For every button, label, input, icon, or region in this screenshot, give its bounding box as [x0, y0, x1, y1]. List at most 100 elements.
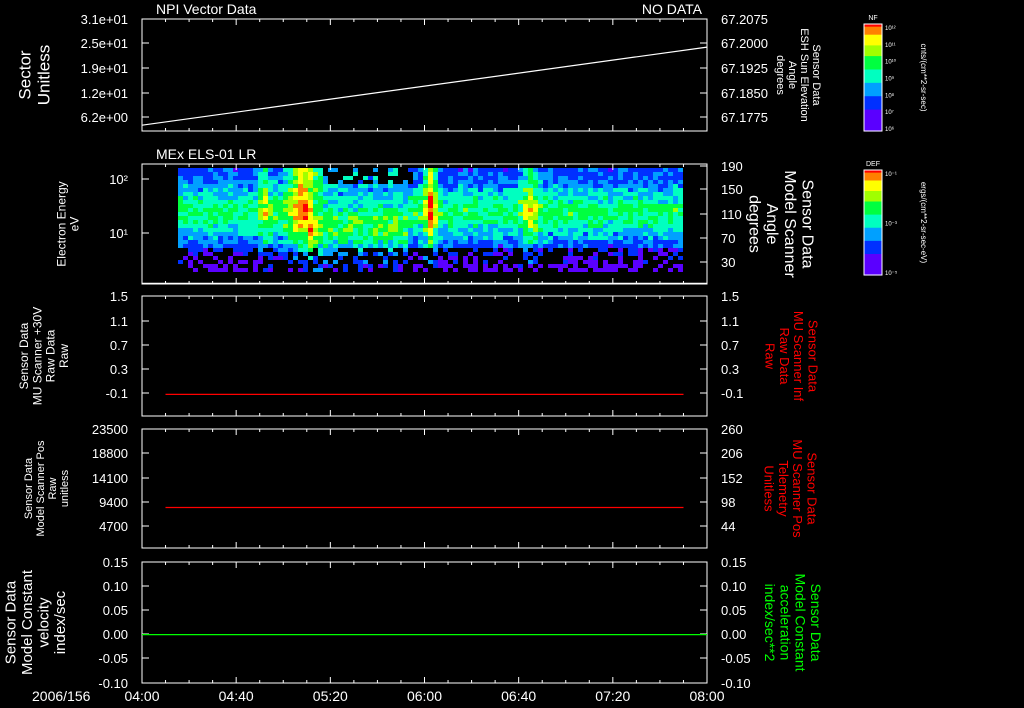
spectrogram-cell: [303, 264, 308, 268]
spectrogram-cell: [618, 212, 623, 216]
spectrogram-cell: [603, 184, 608, 188]
spectrogram-cell: [573, 188, 578, 192]
spectrogram-cell: [583, 228, 588, 232]
spectrogram-cell: [568, 184, 573, 188]
spectrogram-cell: [623, 184, 628, 188]
spectrogram-cell: [338, 216, 343, 220]
right-axis-label-line: index/sec**2: [762, 584, 778, 662]
spectrogram-cell: [678, 204, 683, 208]
spectrogram-cell: [178, 216, 183, 220]
spectrogram-cell: [498, 232, 503, 236]
spectrogram-cell: [523, 248, 528, 252]
spectrogram-cell: [648, 216, 653, 220]
spectrogram-cell: [598, 228, 603, 232]
spectrogram-cell: [293, 256, 298, 260]
spectrogram-cell: [653, 212, 658, 216]
spectrogram-cell: [188, 196, 193, 200]
spectrogram-cell: [438, 172, 443, 176]
spectrogram-cell: [463, 204, 468, 208]
spectrogram-cell: [608, 204, 613, 208]
spectrogram-cell: [258, 252, 263, 256]
left-tick-label: 10¹: [109, 226, 128, 241]
spectrogram-cell: [398, 268, 403, 272]
spectrogram-cell: [468, 216, 473, 220]
left-axis-label-line: Model Scanner Pos: [35, 440, 47, 536]
spectrogram-cell: [433, 168, 438, 172]
spectrogram-cell: [603, 228, 608, 232]
spectrogram-cell: [178, 220, 183, 224]
spectrogram-cell: [393, 208, 398, 212]
spectrogram-cell: [498, 192, 503, 196]
spectrogram-cell: [353, 200, 358, 204]
spectrogram-cell: [393, 264, 398, 268]
panel-title: MEx ELS-01 LR: [156, 146, 256, 162]
spectrogram-cell: [308, 208, 313, 212]
spectrogram-cell: [388, 236, 393, 240]
x-tick-label: 04:40: [219, 688, 254, 704]
spectrogram-cell: [283, 200, 288, 204]
spectrogram-cell: [223, 228, 228, 232]
spectrogram-cell: [268, 208, 273, 212]
spectrogram-cell: [313, 268, 318, 272]
spectrogram-cell: [593, 200, 598, 204]
spectrogram-cell: [233, 184, 238, 188]
spectrogram-cell: [268, 264, 273, 268]
spectrogram-cell: [538, 240, 543, 244]
spectrogram-cell: [218, 244, 223, 248]
spectrogram-cell: [608, 172, 613, 176]
spectrogram-cell: [463, 172, 468, 176]
spectrogram-cell: [603, 248, 608, 252]
spectrogram-cell: [198, 260, 203, 264]
spectrogram-cell: [243, 196, 248, 200]
spectrogram-cell: [313, 228, 318, 232]
spectrogram-cell: [223, 176, 228, 180]
spectrogram-cell: [563, 240, 568, 244]
left-axis-label-line: unitless: [59, 469, 71, 507]
spectrogram-cell: [423, 172, 428, 176]
spectrogram-cell: [343, 268, 348, 272]
spectrogram-cell: [228, 212, 233, 216]
spectrogram-cell: [593, 268, 598, 272]
spectrogram-cell: [363, 204, 368, 208]
spectrogram-cell: [213, 264, 218, 268]
spectrogram-cell: [253, 268, 258, 272]
spectrogram-cell: [428, 196, 433, 200]
spectrogram-cell: [603, 224, 608, 228]
spectrogram-cell: [573, 208, 578, 212]
spectrogram-cell: [278, 248, 283, 252]
spectrogram-cell: [523, 192, 528, 196]
spectrogram-cell: [468, 252, 473, 256]
spectrogram-cell: [603, 236, 608, 240]
spectrogram-cell: [378, 204, 383, 208]
spectrogram-cell: [283, 236, 288, 240]
spectrogram-cell: [593, 224, 598, 228]
spectrogram-cell: [268, 224, 273, 228]
spectrogram-cell: [438, 212, 443, 216]
spectrogram-cell: [618, 216, 623, 220]
spectrogram-cell: [293, 212, 298, 216]
left-axis-label-line: Sensor Data: [2, 580, 19, 664]
spectrogram-cell: [333, 216, 338, 220]
spectrogram-cell: [278, 244, 283, 248]
spectrogram-cell: [593, 236, 598, 240]
spectrogram-cell: [558, 264, 563, 268]
spectrogram-cell: [638, 204, 643, 208]
spectrogram-cell: [553, 172, 558, 176]
spectrogram-cell: [418, 220, 423, 224]
spectrogram-cell: [428, 212, 433, 216]
spectrogram-cell: [438, 256, 443, 260]
spectrogram-cell: [638, 236, 643, 240]
spectrogram-cell: [523, 220, 528, 224]
spectrogram-cell: [258, 212, 263, 216]
spectrogram-cell: [318, 192, 323, 196]
spectrogram-cell: [278, 180, 283, 184]
spectrogram-cell: [503, 172, 508, 176]
spectrogram-cell: [458, 240, 463, 244]
spectrogram-cell: [188, 240, 193, 244]
spectrogram-cell: [413, 228, 418, 232]
spectrogram-cell: [548, 248, 553, 252]
spectrogram-cell: [488, 196, 493, 200]
spectrogram-cell: [238, 244, 243, 248]
spectrogram-cell: [623, 204, 628, 208]
spectrogram-cell: [278, 240, 283, 244]
